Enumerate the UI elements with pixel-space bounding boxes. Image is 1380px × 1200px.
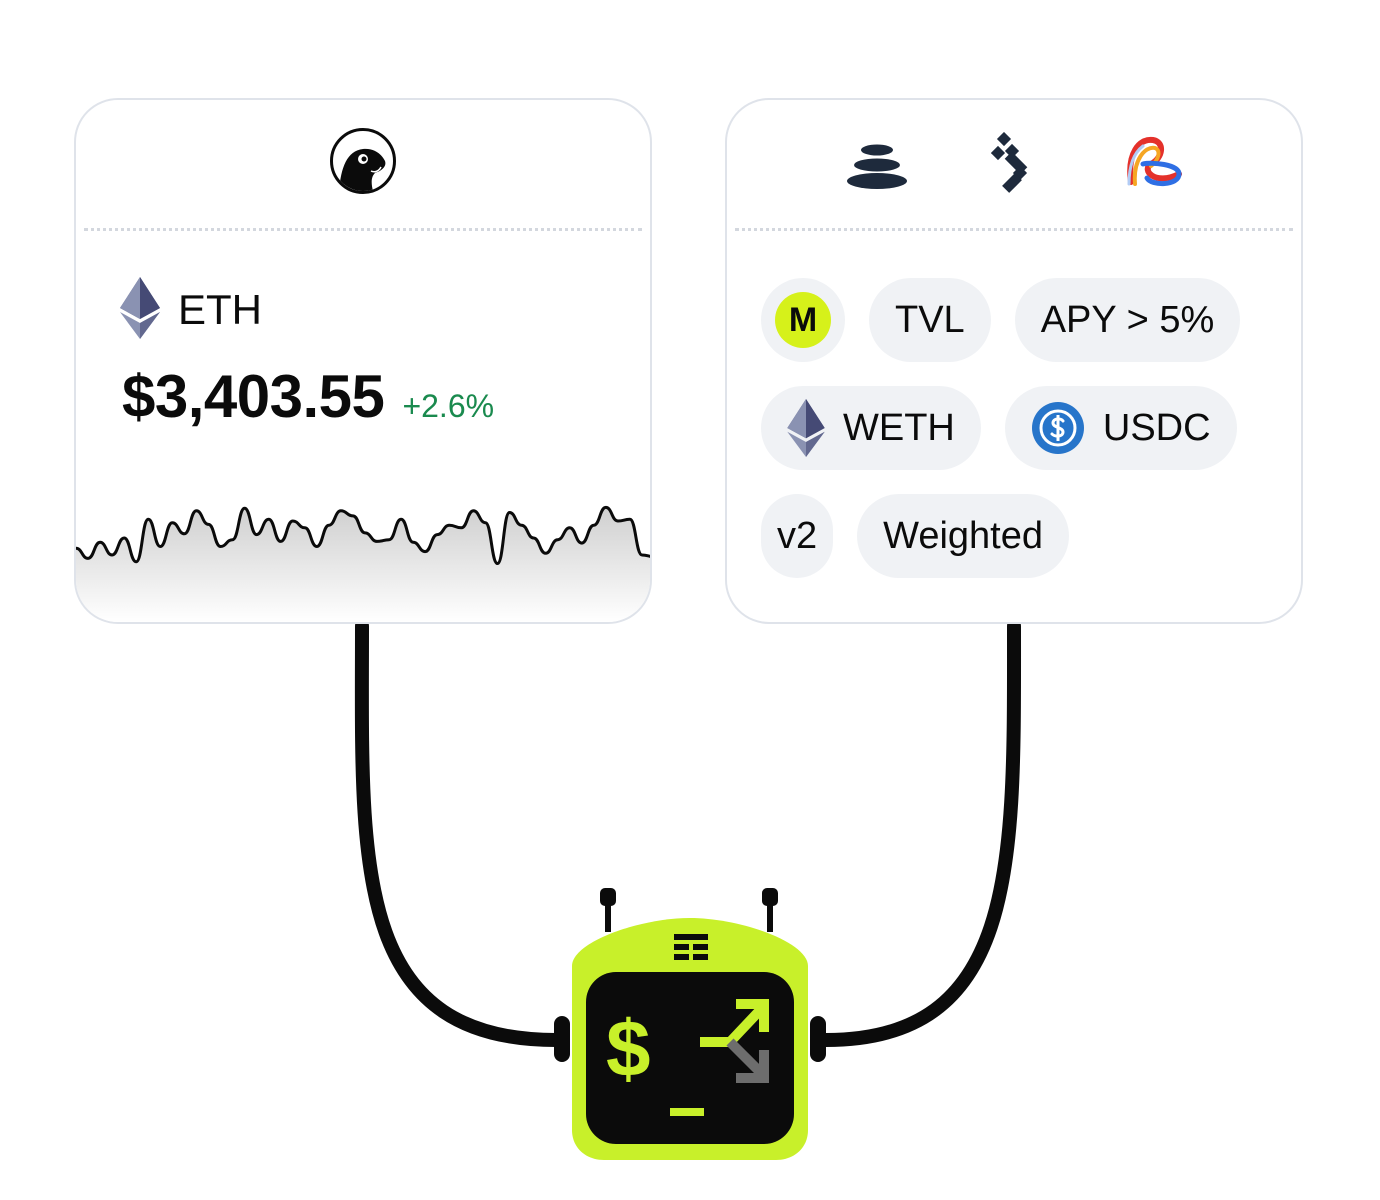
- filter-chips: M TVL APY > 5% WETH USDC v2 Weighted: [761, 278, 1281, 602]
- price-change: +2.6%: [402, 388, 495, 424]
- sparkline-area: [76, 507, 650, 622]
- chip-v2[interactable]: v2: [761, 494, 834, 578]
- m-badge-icon: M: [775, 292, 831, 348]
- token-symbol: ETH: [178, 286, 262, 333]
- token-row: ETH: [120, 276, 262, 344]
- price-card: ETH $3,403.55 +2.6%: [74, 98, 652, 624]
- multicolor-ribbon-icon: [1121, 134, 1185, 197]
- card-divider: [84, 228, 642, 231]
- terminal-robot-icon: $: [554, 888, 826, 1160]
- card-divider: [735, 228, 1293, 231]
- chip-weighted[interactable]: Weighted: [857, 494, 1069, 578]
- curve-stack-icon: [990, 131, 1039, 201]
- price-row: $3,403.55 +2.6%: [122, 362, 494, 431]
- chip-apy[interactable]: APY > 5%: [1014, 278, 1241, 362]
- ethereum-icon: [787, 399, 825, 457]
- chip-usdc-label: USDC: [1102, 406, 1211, 449]
- chip-weth-label: WETH: [843, 406, 955, 449]
- chip-usdc[interactable]: USDC: [1004, 386, 1237, 470]
- usdc-icon: [1031, 401, 1085, 455]
- balancer-icon: [845, 140, 909, 195]
- pool-card-header: [727, 100, 1301, 231]
- pool-filter-card: M TVL APY > 5% WETH USDC v2 Weighted: [725, 98, 1303, 624]
- robot-screen-dollar: $: [606, 1004, 651, 1093]
- chip-row: v2 Weighted: [761, 494, 1281, 578]
- coingecko-gecko-icon: [330, 128, 396, 194]
- chip-weth[interactable]: WETH: [761, 386, 981, 470]
- chip-tvl[interactable]: TVL: [869, 278, 991, 362]
- wire-right: [819, 619, 1022, 1047]
- chip-row: WETH USDC: [761, 386, 1281, 470]
- wire-left: [354, 619, 563, 1047]
- token-price: $3,403.55: [122, 363, 385, 430]
- ethereum-icon: [120, 276, 160, 344]
- price-card-header: [76, 100, 650, 231]
- price-sparkline: [76, 505, 650, 622]
- chip-m-badge[interactable]: M: [761, 278, 845, 362]
- chip-row: M TVL APY > 5%: [761, 278, 1281, 362]
